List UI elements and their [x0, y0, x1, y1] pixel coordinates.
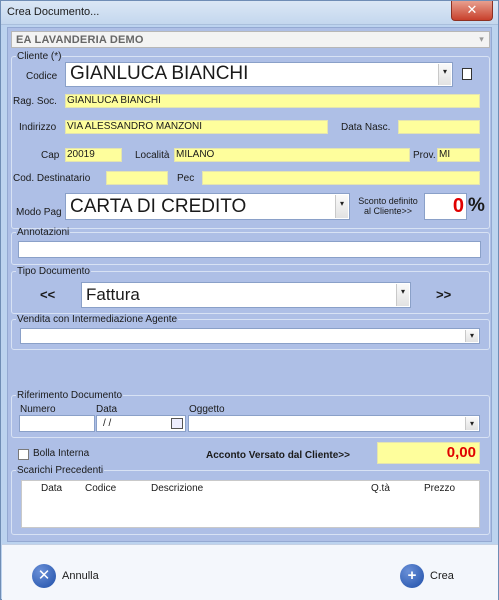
- sconto-label: Sconto definito al Cliente>>: [353, 196, 423, 216]
- bolla-interna-label: Bolla Interna: [33, 448, 90, 459]
- data-field[interactable]: / /: [96, 415, 186, 432]
- company-combo[interactable]: EA LAVANDERIA DEMO ▾: [11, 31, 490, 48]
- chevron-down-icon: ▾: [339, 199, 344, 208]
- vendita-agente-combo[interactable]: ▾: [20, 328, 480, 344]
- cap-label: Cap: [41, 150, 60, 161]
- data-value: / /: [103, 418, 112, 429]
- pec-field[interactable]: [202, 171, 480, 185]
- data-label: Data: [96, 404, 118, 415]
- col-header-codice: Codice: [85, 483, 117, 494]
- oggetto-label: Oggetto: [189, 404, 225, 415]
- document-icon[interactable]: [462, 68, 472, 80]
- tipo-documento-dropdown-button[interactable]: ▾: [396, 284, 409, 306]
- modo-pag-combo[interactable]: CARTA DI CREDITO ▾: [65, 193, 350, 220]
- codice-dropdown-button[interactable]: ▾: [438, 64, 451, 85]
- chevron-down-icon: ▾: [442, 67, 447, 76]
- codice-combo[interactable]: GIANLUCA BIANCHI ▾: [65, 62, 453, 87]
- crea-label: Crea: [430, 570, 454, 582]
- indirizzo-field[interactable]: VIA ALESSANDRO MANZONI: [65, 120, 328, 134]
- oggetto-dropdown-button[interactable]: ▾: [465, 417, 478, 430]
- localita-field[interactable]: MILANO: [174, 148, 410, 162]
- chevron-down-icon: ▾: [400, 287, 405, 296]
- modo-pag-label: Modo Pag: [16, 207, 62, 218]
- cliente-legend: Cliente (*): [17, 51, 62, 62]
- tipo-documento-legend: Tipo Documento: [17, 266, 90, 277]
- col-header-qta: Q.tà: [371, 483, 390, 494]
- data-nasc-label: Data Nasc.: [341, 122, 391, 133]
- numero-field[interactable]: [19, 415, 95, 432]
- form-panel: EA LAVANDERIA DEMO ▾ Cliente (*) Codice …: [7, 27, 492, 542]
- modo-pag-value: CARTA DI CREDITO: [70, 196, 247, 217]
- data-nasc-field[interactable]: [398, 120, 480, 134]
- sconto-label-line2: al Cliente>>: [363, 206, 413, 216]
- sconto-unit: %: [468, 195, 485, 216]
- col-header-data: Data: [41, 483, 63, 494]
- chevron-down-icon: ▾: [469, 419, 474, 428]
- scarichi-grid[interactable]: Data Codice Descrizione Q.tà Prezzo: [21, 480, 480, 528]
- oggetto-combo[interactable]: ▾: [188, 415, 480, 432]
- chevron-down-icon: ▾: [469, 331, 474, 340]
- x-circle-icon: ✕: [32, 564, 56, 588]
- codice-value: GIANLUCA BIANCHI: [70, 63, 249, 84]
- localita-label: Località: [135, 150, 170, 161]
- prov-label: Prov.: [413, 150, 436, 161]
- annotazioni-legend: Annotazioni: [17, 227, 70, 238]
- rag-soc-field[interactable]: GIANLUCA BIANCHI: [65, 94, 480, 108]
- close-icon: ✕: [466, 2, 478, 17]
- company-combo-value: EA LAVANDERIA DEMO: [16, 34, 144, 46]
- acconto-field[interactable]: 0,00: [377, 442, 480, 464]
- annotazioni-field[interactable]: [18, 241, 481, 258]
- bolla-interna-checkbox[interactable]: [18, 449, 29, 460]
- numero-label: Numero: [20, 404, 56, 415]
- cod-destinatario-label: Cod. Destinatario: [13, 173, 91, 184]
- plus-circle-icon: +: [400, 564, 424, 588]
- calendar-icon[interactable]: [171, 418, 183, 429]
- riferimento-legend: Riferimento Documento: [17, 390, 123, 401]
- rag-soc-label: Rag. Soc.: [13, 96, 57, 107]
- sconto-field[interactable]: 0: [424, 193, 467, 220]
- close-button[interactable]: ✕: [451, 1, 493, 21]
- sconto-label-line1: Sconto definito: [358, 196, 418, 206]
- vendita-legend: Vendita con Intermediazione Agente: [17, 314, 178, 325]
- crea-button[interactable]: + Crea: [400, 563, 454, 589]
- codice-label: Codice: [26, 71, 58, 82]
- tipo-documento-value: Fattura: [86, 285, 140, 304]
- cod-destinatario-field[interactable]: [106, 171, 168, 185]
- tipo-documento-combo[interactable]: Fattura ▾: [81, 282, 411, 308]
- indirizzo-label: Indirizzo: [19, 122, 57, 133]
- vendita-dropdown-button[interactable]: ▾: [465, 330, 478, 342]
- window-title: Crea Documento...: [7, 6, 100, 18]
- annulla-button[interactable]: ✕ Annulla: [32, 563, 99, 589]
- scarichi-legend: Scarichi Precedenti: [17, 465, 104, 476]
- annulla-label: Annulla: [62, 570, 99, 582]
- col-header-prezzo: Prezzo: [424, 483, 456, 494]
- create-document-window: Crea Documento... ✕ EA LAVANDERIA DEMO ▾…: [0, 0, 499, 600]
- prov-field[interactable]: MI: [437, 148, 480, 162]
- chevron-down-icon: ▾: [479, 34, 484, 44]
- prev-doc-type-button[interactable]: <<: [40, 287, 55, 302]
- pec-label: Pec: [177, 173, 195, 184]
- action-bar: ✕ Annulla + Crea: [2, 544, 498, 600]
- modo-pag-dropdown-button[interactable]: ▾: [335, 195, 348, 218]
- title-bar: Crea Documento... ✕: [1, 1, 498, 25]
- cap-field[interactable]: 20019: [65, 148, 122, 162]
- acconto-label: Acconto Versato dal Cliente>>: [206, 450, 350, 461]
- col-header-descrizione: Descrizione: [151, 483, 204, 494]
- next-doc-type-button[interactable]: >>: [436, 287, 451, 302]
